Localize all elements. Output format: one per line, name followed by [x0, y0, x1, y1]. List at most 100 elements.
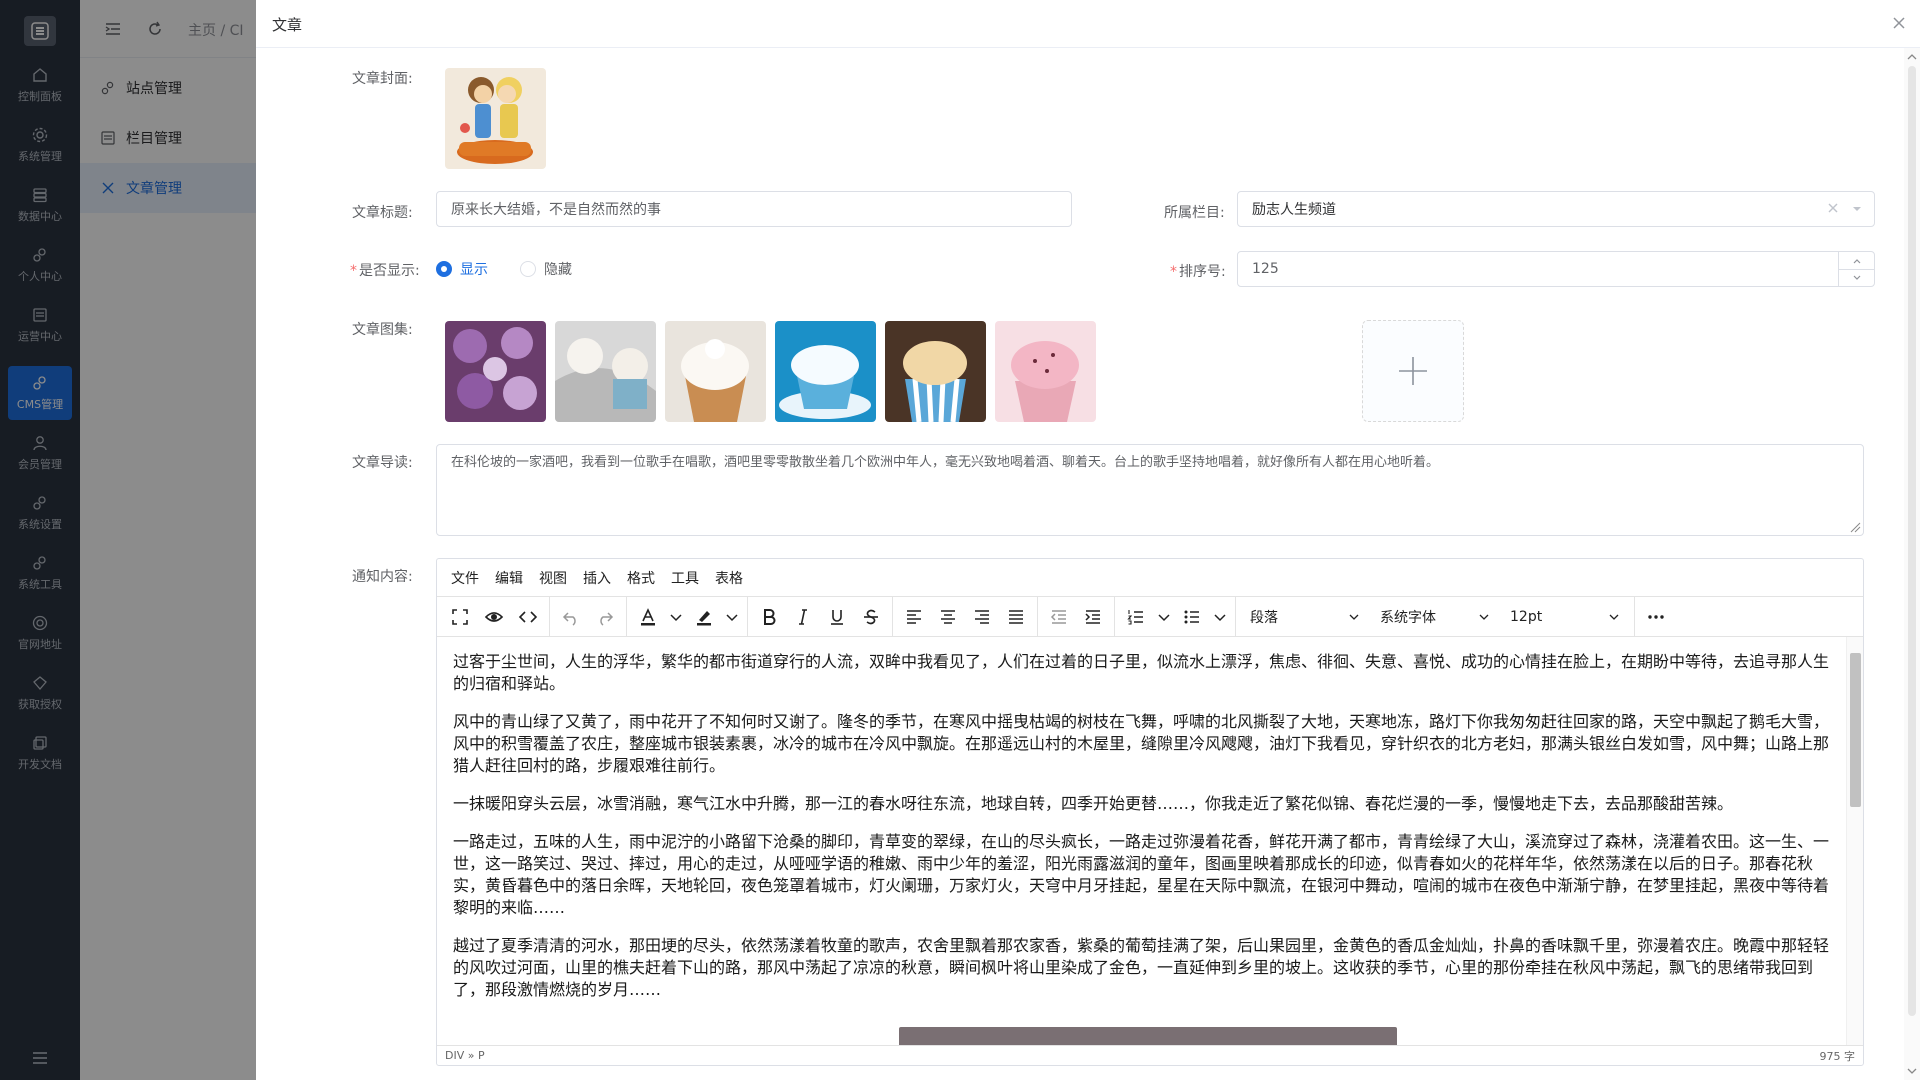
bullet-list-dropdown[interactable]	[1209, 602, 1231, 632]
gallery-image[interactable]	[555, 321, 656, 422]
font-family-value: 系统字体	[1380, 609, 1436, 626]
gallery-image[interactable]	[775, 321, 876, 422]
font-family-select[interactable]: 系统字体	[1370, 602, 1500, 632]
embedded-image[interactable]	[899, 1027, 1397, 1045]
radio-circle	[520, 261, 536, 277]
drawer-scrollbar[interactable]	[1904, 48, 1920, 1080]
increase-button[interactable]	[1839, 252, 1874, 269]
content-label: 通知内容:	[352, 569, 413, 585]
gallery-image[interactable]	[995, 321, 1096, 422]
highlighter-icon	[697, 610, 711, 625]
font-size-value: 12pt	[1510, 608, 1543, 625]
redo-button[interactable]	[588, 602, 622, 632]
resize-handle-icon[interactable]	[1849, 521, 1861, 533]
chevron-down-icon	[1158, 613, 1170, 621]
clear-icon[interactable]	[1826, 201, 1840, 215]
chevron-down-icon	[670, 613, 682, 621]
numbered-list-icon	[1127, 609, 1143, 625]
align-center-icon	[941, 609, 955, 624]
cupcake-picture	[885, 321, 986, 422]
eye-icon	[484, 611, 504, 622]
gallery-image[interactable]	[885, 321, 986, 422]
block-format-select[interactable]: 段落	[1240, 602, 1370, 632]
element-path[interactable]: DIV » P	[445, 1049, 485, 1062]
intro-text: 在科伦坡的一家酒吧，我看到一位歌手在唱歌，酒吧里零零散散坐着几个欧洲中年人，毫无…	[451, 455, 1440, 470]
align-left-button[interactable]	[897, 602, 931, 632]
more-icon	[1648, 614, 1664, 619]
editor-scrollbar[interactable]	[1846, 637, 1863, 1045]
outdent-icon	[1050, 609, 1066, 624]
strikethrough-button[interactable]	[854, 602, 888, 632]
close-icon[interactable]	[1890, 14, 1908, 32]
column-select[interactable]: 励志人生频道	[1237, 191, 1875, 227]
menu-table[interactable]: 表格	[707, 568, 751, 588]
menu-insert[interactable]: 插入	[575, 568, 619, 588]
align-right-button[interactable]	[965, 602, 999, 632]
align-center-button[interactable]	[931, 602, 965, 632]
bullet-list-button[interactable]	[1175, 602, 1209, 632]
cover-image[interactable]	[445, 68, 546, 169]
sort-number-input[interactable]: 125	[1237, 251, 1875, 287]
chevron-down-icon	[1853, 275, 1860, 280]
gallery-image[interactable]	[665, 321, 766, 422]
content-paragraph: 越过了夏季清清的河水，那田埂的尽头，依然荡漾着牧童的歌声，农舍里飘着那农家香，紫…	[453, 936, 1830, 999]
editor-content[interactable]: 过客于尘世间，人生的浮华，繁华的都市街道穿行的人流，双眸中我看见了，人们在过着的…	[437, 637, 1847, 1045]
toolbar-separator	[1114, 596, 1115, 637]
chevron-down-icon[interactable]	[1907, 1066, 1917, 1076]
gallery-image[interactable]	[445, 321, 546, 422]
display-radio-hide[interactable]: 隐藏	[520, 259, 572, 279]
toolbar-separator	[626, 596, 627, 637]
undo-button[interactable]	[554, 602, 588, 632]
content-paragraph: 过客于尘世间，人生的浮华，繁华的都市街道穿行的人流，双眸中我看见了，人们在过着的…	[453, 652, 1830, 693]
font-size-select[interactable]: 12pt	[1500, 602, 1630, 632]
underline-icon	[831, 609, 843, 625]
chevron-down-icon	[1479, 614, 1489, 620]
highlight-color-button[interactable]	[687, 602, 721, 632]
menu-view[interactable]: 视图	[531, 568, 575, 588]
display-radio-show[interactable]: 显示	[436, 259, 488, 279]
underline-button[interactable]	[820, 602, 854, 632]
menu-edit[interactable]: 编辑	[487, 568, 531, 588]
editor-scroll-thumb[interactable]	[1850, 653, 1861, 807]
intro-textarea[interactable]: 在科伦坡的一家酒吧，我看到一位歌手在唱歌，酒吧里零零散散坐着几个欧洲中年人，毫无…	[436, 444, 1864, 536]
italic-button[interactable]	[786, 602, 820, 632]
more-button[interactable]	[1639, 602, 1673, 632]
content-paragraph: 风中的青山绿了又黄了，雨中花开了不知何时又谢了。隆冬的季节，在寒风中摇曳枯竭的树…	[453, 712, 1830, 775]
display-label: * 是否显示:	[350, 263, 420, 279]
cupcake-picture	[775, 321, 876, 422]
menu-file[interactable]: 文件	[443, 568, 487, 588]
align-right-icon	[975, 609, 989, 624]
align-left-icon	[907, 609, 921, 624]
code-icon	[518, 610, 538, 623]
decrease-button[interactable]	[1839, 269, 1874, 286]
outdent-button[interactable]	[1042, 602, 1076, 632]
fullscreen-button[interactable]	[443, 602, 477, 632]
drawer-scroll-thumb[interactable]	[1908, 66, 1916, 1016]
source-code-button[interactable]	[511, 602, 545, 632]
display-label-text: 是否显示:	[359, 263, 420, 279]
caret-down-icon[interactable]	[1850, 202, 1864, 216]
align-justify-button[interactable]	[999, 602, 1033, 632]
menu-tools[interactable]: 工具	[663, 568, 707, 588]
highlight-color-dropdown[interactable]	[721, 602, 743, 632]
strikethrough-icon	[864, 609, 878, 624]
drawer-header: 文章	[256, 0, 1920, 48]
chevron-up-icon[interactable]	[1907, 52, 1917, 62]
plus-icon	[1399, 357, 1427, 385]
menu-format[interactable]: 格式	[619, 568, 663, 588]
add-image-button[interactable]	[1362, 320, 1464, 422]
article-drawer: 文章 文章封面: 文章标题: 原来长大结婚，不是自然而然的事 所属栏目: 励志人…	[256, 0, 1920, 1080]
preview-button[interactable]	[477, 602, 511, 632]
fullscreen-icon	[452, 608, 468, 625]
chevron-up-icon	[1853, 258, 1860, 263]
numbered-list-button[interactable]	[1119, 602, 1153, 632]
radio-label: 显示	[460, 262, 488, 278]
content-paragraph: 一路走过，五味的人生，雨中泥泞的小路留下沧桑的脚印，青草变的翠绿，在山的尽头疯长…	[453, 832, 1830, 917]
text-color-button[interactable]	[631, 602, 665, 632]
bold-button[interactable]	[752, 602, 786, 632]
indent-button[interactable]	[1076, 602, 1110, 632]
text-color-dropdown[interactable]	[665, 602, 687, 632]
numbered-list-dropdown[interactable]	[1153, 602, 1175, 632]
title-input[interactable]: 原来长大结婚，不是自然而然的事	[436, 191, 1072, 227]
number-stepper[interactable]	[1838, 252, 1874, 286]
